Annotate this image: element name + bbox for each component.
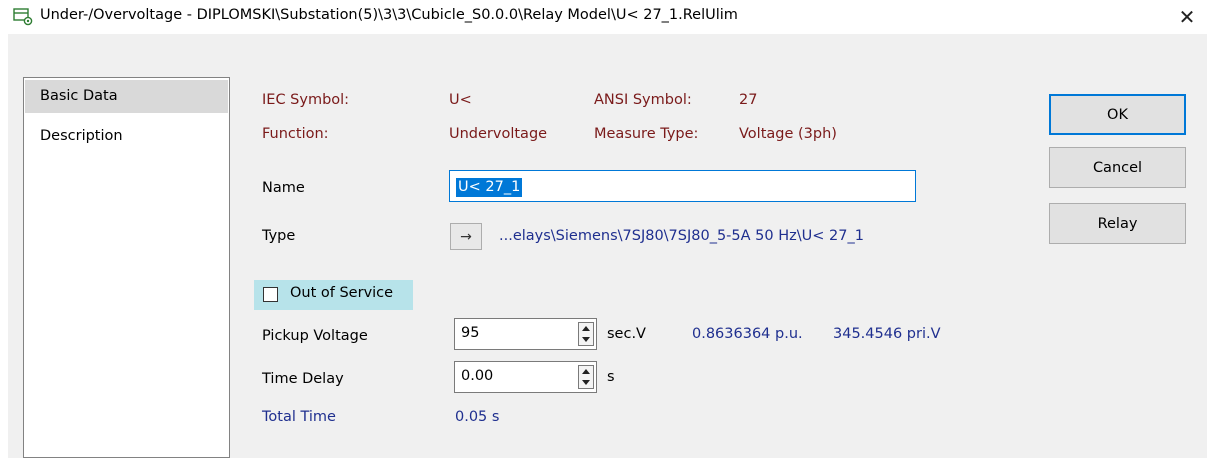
checkbox-box[interactable] xyxy=(263,287,278,302)
title-bar: Under-/Overvoltage - DIPLOMSKI\Substatio… xyxy=(0,0,1207,34)
sidebar-item-description[interactable]: Description xyxy=(25,120,228,153)
pickup-voltage-stepper[interactable]: 95 xyxy=(454,318,597,350)
out-of-service-checkbox[interactable]: Out of Service xyxy=(254,280,413,310)
close-button[interactable]: ✕ xyxy=(1170,2,1204,32)
spin-down-icon[interactable] xyxy=(582,337,590,342)
spin-up-icon[interactable] xyxy=(582,326,590,331)
relay-button[interactable]: Relay xyxy=(1049,203,1186,244)
time-delay-unit: s xyxy=(607,369,615,385)
function-value: Undervoltage xyxy=(449,126,548,142)
time-delay-stepper[interactable]: 0.00 xyxy=(454,361,597,393)
total-time-value: 0.05 s xyxy=(455,409,500,425)
pickup-voltage-pu: 0.8636364 p.u. xyxy=(692,326,803,342)
spin-up-icon[interactable] xyxy=(582,369,590,374)
pickup-voltage-primary: 345.4546 pri.V xyxy=(833,326,941,342)
ok-button[interactable]: OK xyxy=(1049,94,1186,135)
cancel-button[interactable]: Cancel xyxy=(1049,147,1186,188)
spin-down-icon[interactable] xyxy=(582,380,590,385)
iec-symbol-label: IEC Symbol: xyxy=(262,92,350,108)
window-title: Under-/Overvoltage - DIPLOMSKI\Substatio… xyxy=(40,7,738,23)
type-jump-button[interactable]: → xyxy=(450,223,482,250)
name-input-value: U< 27_1 xyxy=(456,178,523,197)
ansi-symbol-label: ANSI Symbol: xyxy=(594,92,692,108)
name-input[interactable]: U< 27_1 xyxy=(449,170,916,202)
function-label: Function: xyxy=(262,126,329,142)
spin-button[interactable] xyxy=(578,365,594,389)
type-link[interactable]: ...elays\Siemens\7SJ80\7SJ80_5-5A 50 Hz\… xyxy=(499,228,864,244)
pickup-voltage-unit: sec.V xyxy=(607,326,646,342)
time-delay-label: Time Delay xyxy=(262,371,344,387)
ansi-symbol-value: 27 xyxy=(739,92,758,108)
type-label: Type xyxy=(262,228,296,244)
relay-element-icon xyxy=(13,8,33,26)
pickup-voltage-label: Pickup Voltage xyxy=(262,328,368,344)
measure-type-label: Measure Type: xyxy=(594,126,699,142)
pickup-voltage-value: 95 xyxy=(461,325,480,341)
spin-button[interactable] xyxy=(578,322,594,346)
total-time-label: Total Time xyxy=(262,409,336,425)
iec-symbol-value: U< xyxy=(449,92,472,108)
sidebar-item-basic-data[interactable]: Basic Data xyxy=(25,80,228,113)
out-of-service-label: Out of Service xyxy=(290,285,394,301)
close-icon: ✕ xyxy=(1178,5,1196,29)
time-delay-value: 0.00 xyxy=(461,368,494,384)
measure-type-value: Voltage (3ph) xyxy=(739,126,837,142)
page-sidebar: Basic Data Description xyxy=(23,77,230,458)
arrow-right-icon: → xyxy=(460,228,472,245)
name-label: Name xyxy=(262,180,305,196)
